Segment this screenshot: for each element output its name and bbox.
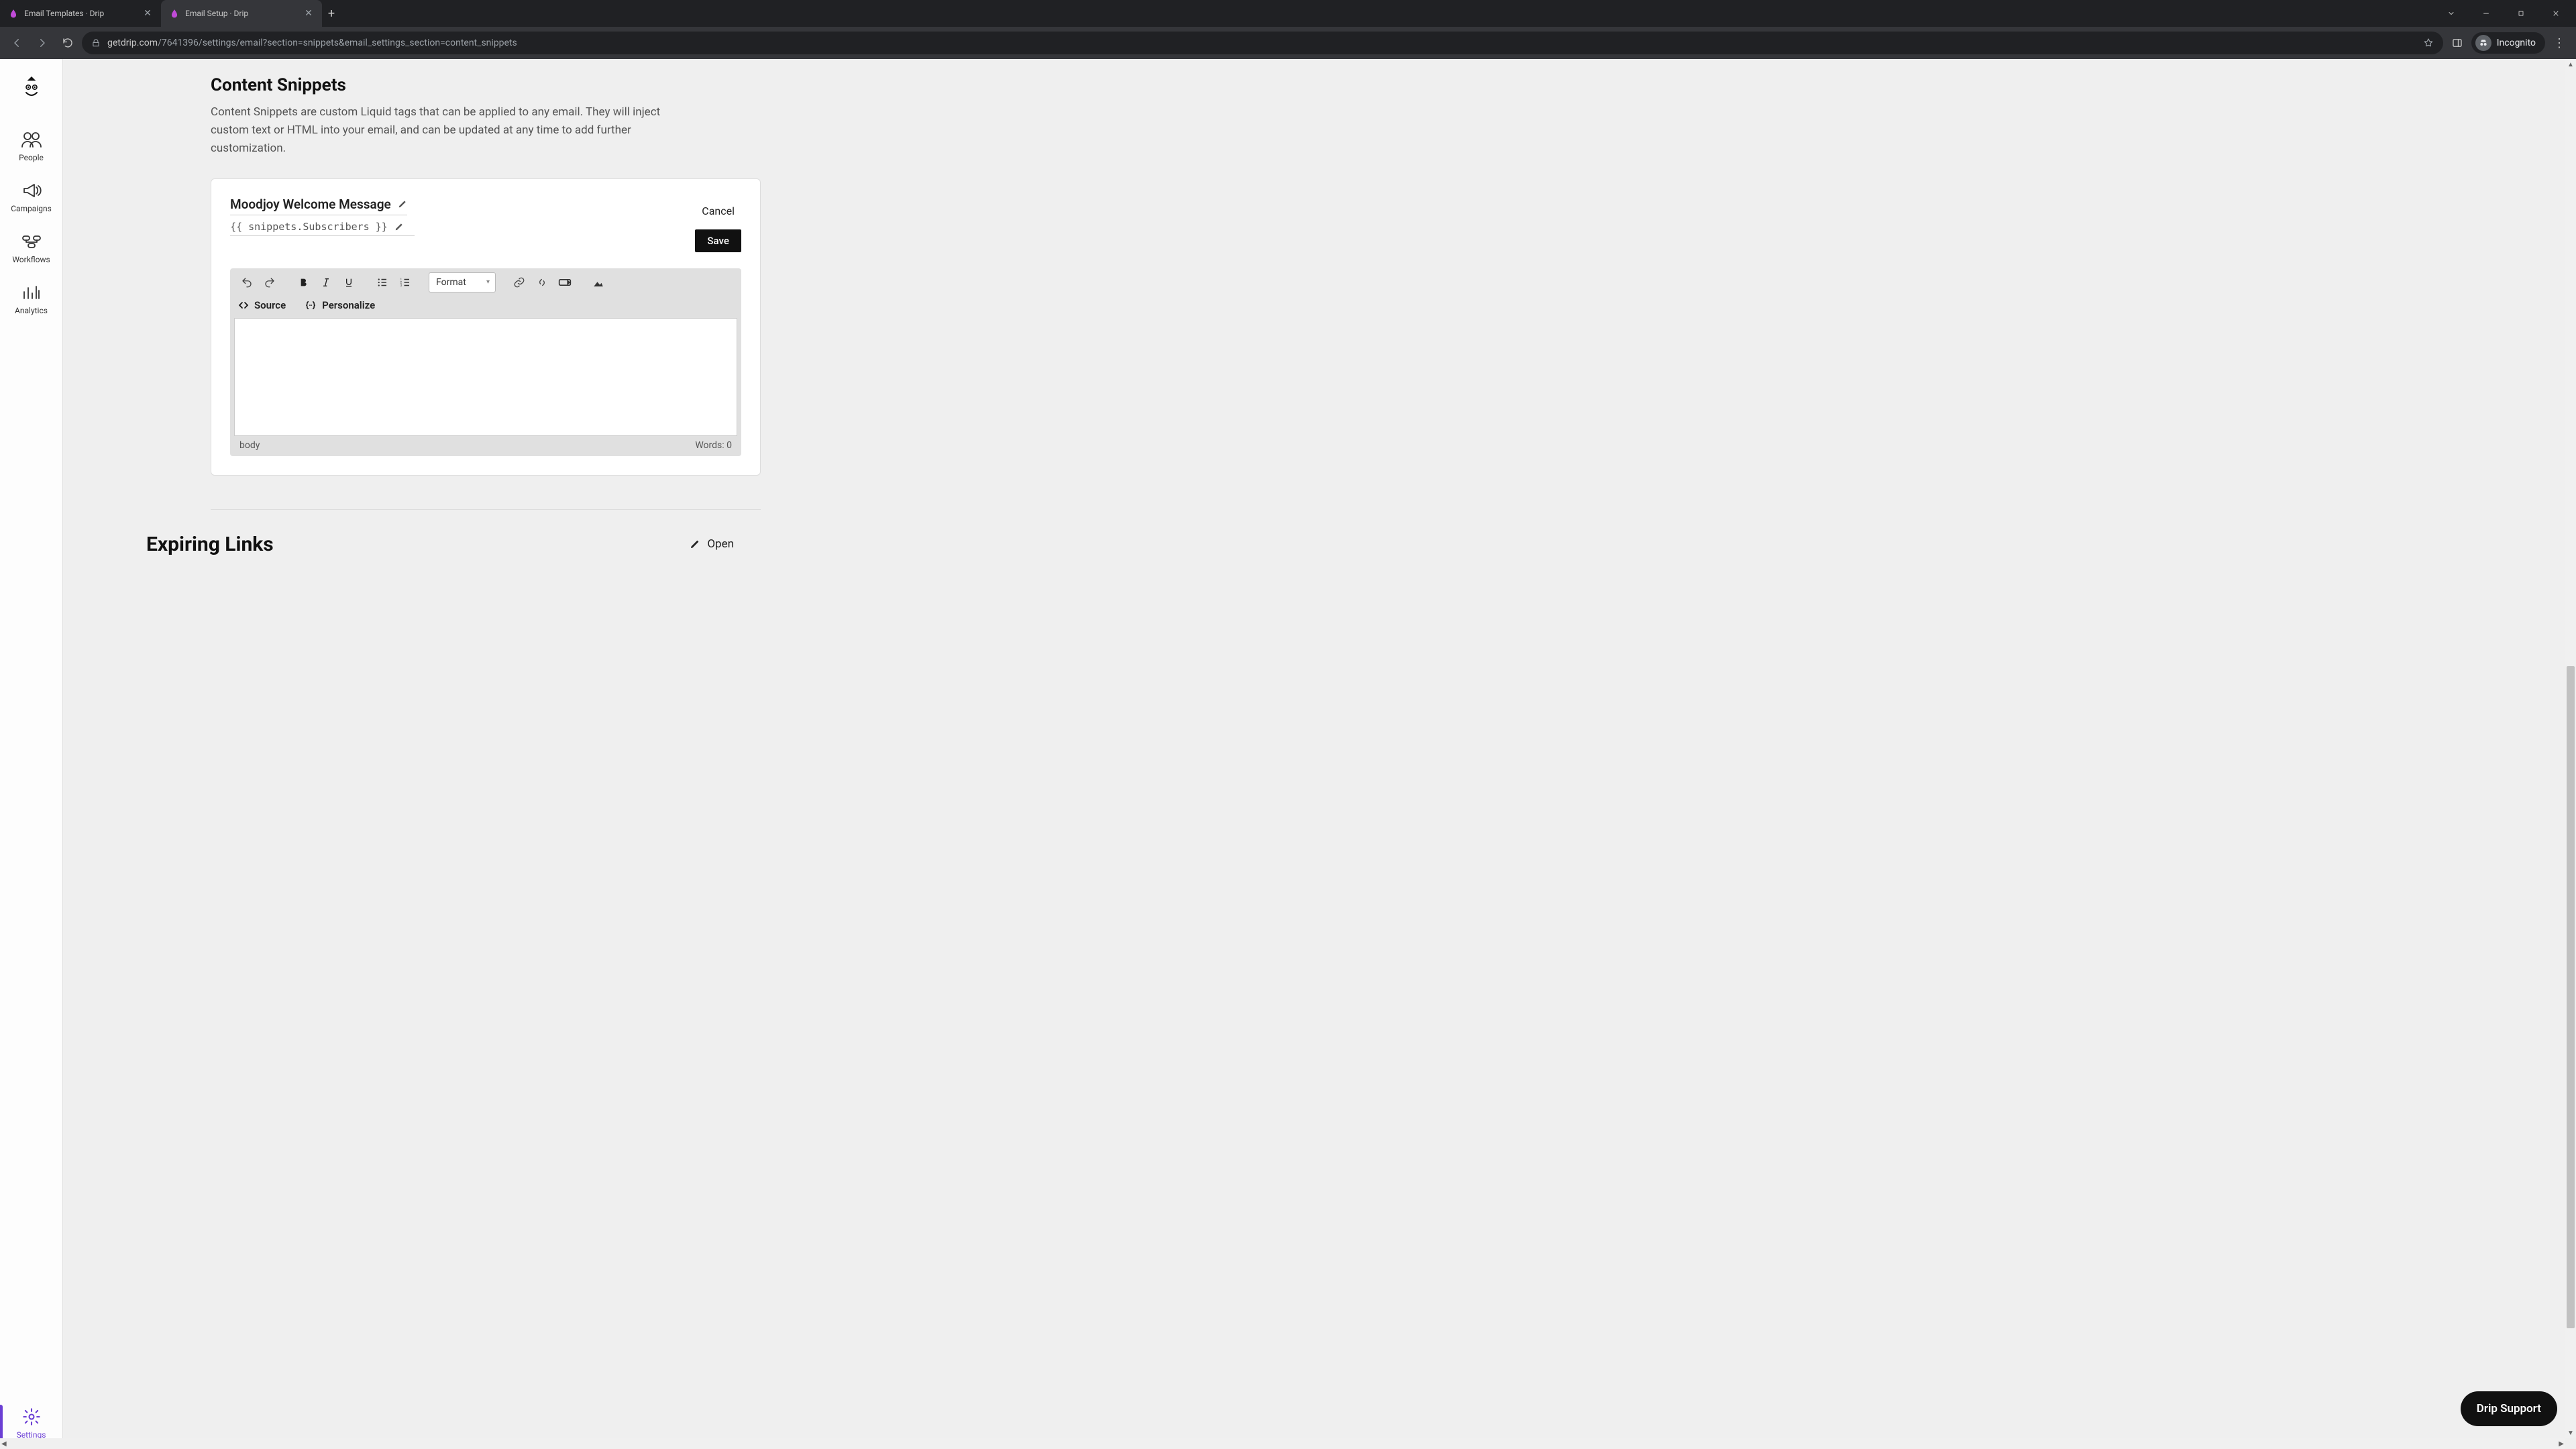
snippet-name-text: Moodjoy Welcome Message [230,197,391,212]
lock-icon [91,38,101,48]
snippet-card: Moodjoy Welcome Message {{ snippets.Subs… [211,178,761,476]
sidebar-item-label: Workflows [12,255,50,264]
bold-icon[interactable] [293,272,313,292]
tab-title: Email Templates · Drip [24,9,137,18]
workflow-icon [20,232,43,251]
underline-icon[interactable] [339,272,359,292]
tab-title: Email Setup · Drip [185,9,298,18]
expiring-links-title: Expiring Links [146,533,274,556]
editor-body[interactable] [234,318,737,436]
browser-toolbar: getdrip.com/7641396/settings/email?secti… [0,27,2576,59]
snippet-tag-field[interactable]: {{ snippets.Subscribers }} [230,221,415,236]
scroll-left-arrow[interactable]: ◀ [1,1440,7,1448]
support-widget[interactable]: Drip Support [2461,1391,2557,1426]
sidebar-item-label: Analytics [15,306,48,315]
browser-titlebar: Email Templates · Drip ✕ Email Setup · D… [0,0,2576,27]
save-button[interactable]: Save [695,229,741,252]
sidebar-item-label: Campaigns [11,204,52,213]
braces-icon [305,300,317,311]
forward-button[interactable] [31,32,54,54]
incognito-icon [2475,35,2491,51]
back-button[interactable] [5,32,28,54]
personalize-tab[interactable]: Personalize [305,299,375,311]
code-icon [238,300,249,311]
maximize-button[interactable] [2506,3,2536,23]
section-title: Content Snippets [211,75,761,95]
address-bar[interactable]: getdrip.com/7641396/settings/email?secti… [82,32,2443,54]
sidebar-item-workflows[interactable]: Workflows [0,223,63,274]
button-insert-icon[interactable] [555,272,575,292]
section-divider [211,509,761,510]
drip-logo[interactable] [21,74,42,101]
tab-strip: Email Templates · Drip ✕ Email Setup · D… [0,0,2431,27]
snippet-liquid-tag: {{ snippets.Subscribers }} [230,221,388,233]
drip-favicon [169,8,180,19]
minimize-button[interactable] [2471,3,2501,23]
megaphone-icon [20,181,43,200]
tab-email-setup[interactable]: Email Setup · Drip ✕ [161,0,322,27]
main-content: Content Snippets Content Snippets are cu… [63,59,2576,1449]
scrollbar-thumb[interactable] [2567,666,2575,1328]
close-icon[interactable]: ✕ [142,8,153,19]
scroll-down-arrow[interactable]: ▼ [2565,1428,2576,1438]
rich-text-editor: 123 Format [230,268,741,456]
cancel-button[interactable]: Cancel [695,201,741,221]
link-icon[interactable] [509,272,529,292]
analytics-icon [20,283,43,302]
pencil-icon[interactable] [398,199,407,209]
redo-icon[interactable] [260,272,280,292]
drip-favicon [8,8,19,19]
source-tab[interactable]: Source [238,299,286,311]
bullet-list-icon[interactable] [372,272,392,292]
format-dropdown[interactable]: Format [429,272,496,292]
editor-path: body [239,440,260,451]
open-button[interactable]: Open [690,537,734,551]
reload-button[interactable] [56,32,79,54]
horizontal-scrollbar[interactable]: ◀ ▶ [0,1438,2565,1449]
menu-button[interactable]: ⋮ [2548,36,2571,50]
url-text: getdrip.com/7641396/settings/email?secti… [107,38,2416,48]
scroll-right-arrow[interactable]: ▶ [2559,1440,2564,1448]
sidebar-item-campaigns[interactable]: Campaigns [0,172,63,223]
close-window-button[interactable] [2541,3,2571,23]
image-icon[interactable] [588,272,608,292]
incognito-badge[interactable]: Incognito [2471,32,2545,54]
numbered-list-icon[interactable]: 123 [395,272,415,292]
editor-toolbar: 123 Format [230,268,741,297]
sidebar-item-analytics[interactable]: Analytics [0,274,63,325]
snippet-name-field[interactable]: Moodjoy Welcome Message [230,197,407,215]
pencil-icon[interactable] [394,222,404,231]
tab-email-templates[interactable]: Email Templates · Drip ✕ [0,0,161,27]
people-icon [20,130,43,149]
section-description: Content Snippets are custom Liquid tags … [211,103,680,158]
panel-icon[interactable] [2446,32,2469,54]
unlink-icon[interactable] [532,272,552,292]
italic-icon[interactable] [316,272,336,292]
sidebar-item-label: People [19,153,44,162]
scroll-up-arrow[interactable]: ▲ [2565,59,2576,70]
vertical-scrollbar[interactable]: ▲ ▼ [2565,59,2576,1438]
svg-text:3: 3 [400,284,402,288]
bookmark-star-icon[interactable] [2423,38,2434,48]
word-count: Words: 0 [695,440,732,451]
gear-icon [20,1407,43,1426]
app-sidebar: People Campaigns Workflows Analytics Set… [0,59,63,1449]
pencil-icon [690,539,700,549]
close-icon[interactable]: ✕ [303,8,314,19]
sidebar-item-people[interactable]: People [0,121,63,172]
incognito-label: Incognito [2497,38,2536,48]
window-controls [2431,3,2576,23]
undo-icon[interactable] [237,272,257,292]
chevron-down-icon[interactable] [2436,3,2466,23]
new-tab-button[interactable]: + [322,0,341,27]
